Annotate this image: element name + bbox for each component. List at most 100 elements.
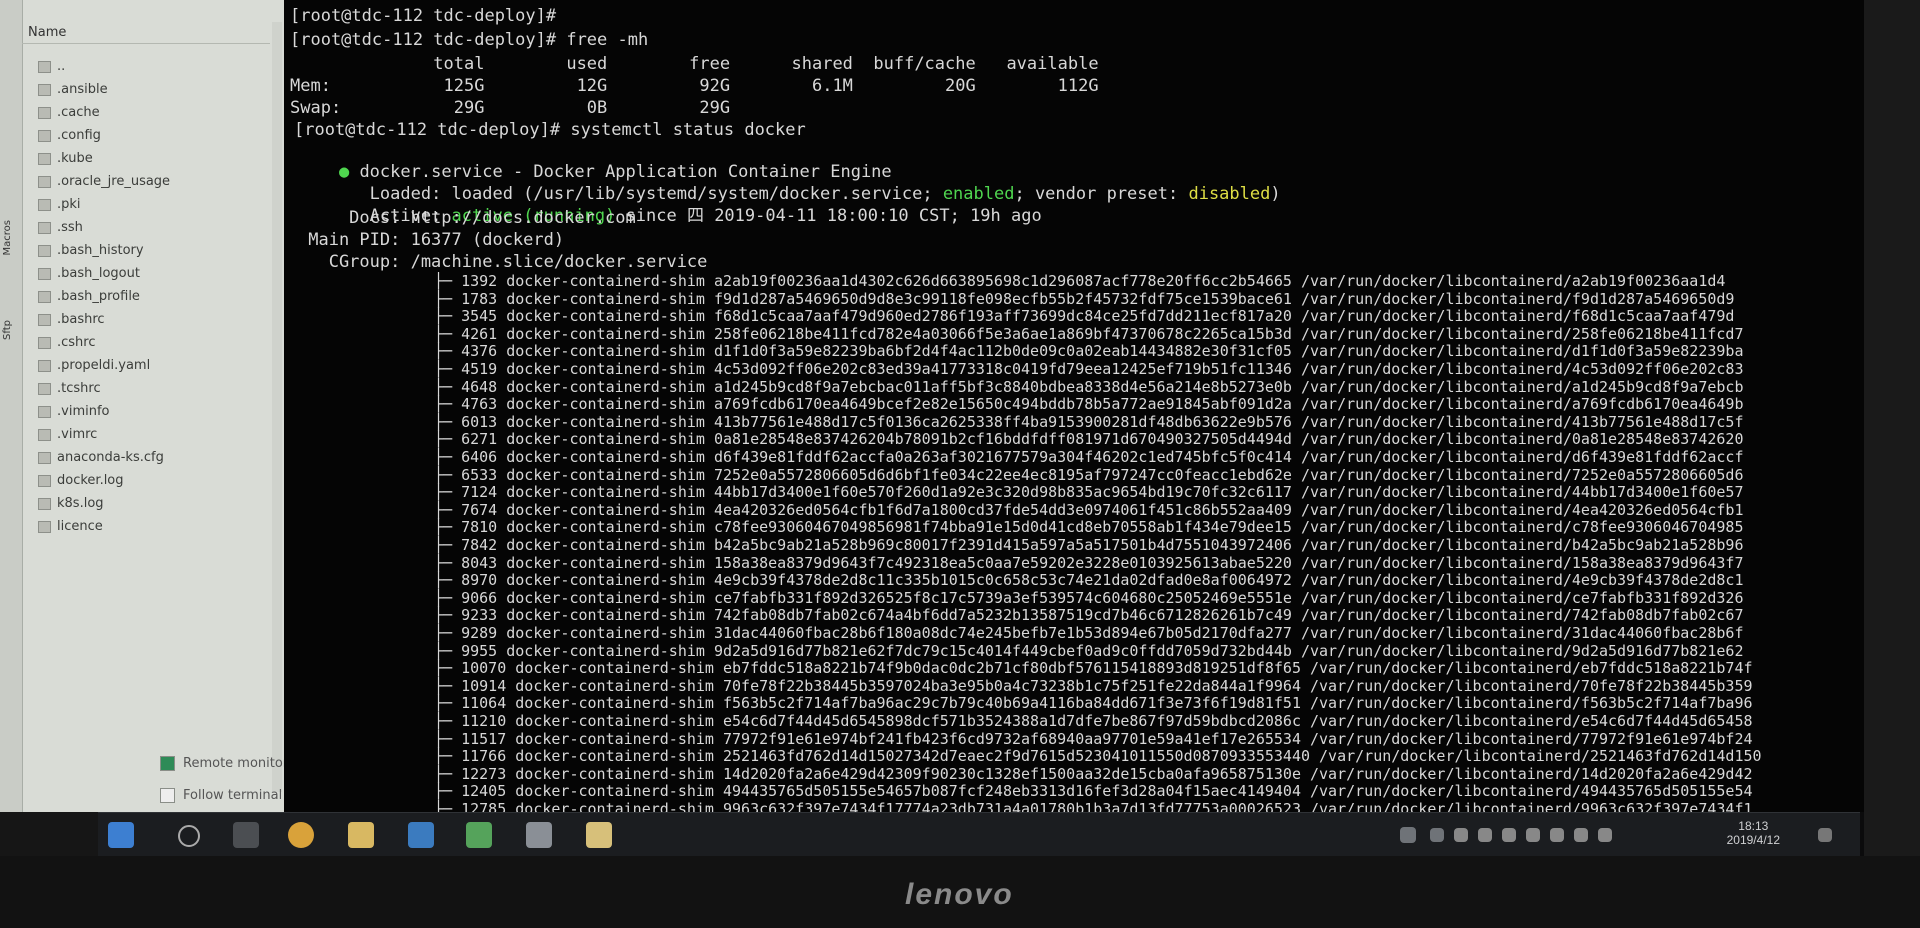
file-list-item[interactable]: .vimrc (38, 423, 278, 446)
cgroup-process-line: ├─ 4519 docker-containerd-shim 4c53d092f… (434, 360, 1743, 379)
process-container-id: eb7fddc518a8221b74f9b0dac0dc2b71cf80dbf5… (723, 659, 1301, 678)
cgroup-process-line: ├─ 11517 docker-containerd-shim 77972f91… (434, 730, 1753, 749)
file-list-item[interactable]: .ssh (38, 216, 278, 239)
folder-icon (38, 106, 51, 119)
cgroup-process-line: ├─ 4261 docker-containerd-shim 258fe0621… (434, 325, 1743, 344)
task-view-icon[interactable] (233, 822, 259, 848)
ime-icon[interactable] (1598, 828, 1612, 842)
chrome-icon[interactable] (288, 822, 314, 848)
process-tree-branch: ├─ (434, 518, 453, 537)
side-tab-sftp[interactable]: Sftp (2, 320, 13, 340)
file-list-item[interactable]: .. (38, 55, 278, 78)
terminal[interactable]: [root@tdc-112 tdc-deploy]# [root@tdc-112… (284, 0, 1864, 818)
process-tree-branch: ├─ (434, 659, 453, 678)
process-path: /var/run/docker/libcontainerd/f563b5c2f7… (1310, 694, 1753, 713)
file-icon (38, 336, 51, 349)
file-list-item[interactable]: .bash_profile (38, 285, 278, 308)
process-path: /var/run/docker/libcontainerd/158a38ea83… (1300, 553, 1744, 572)
process-pid: 11517 (461, 729, 507, 748)
file-list-item[interactable]: .kube (38, 147, 278, 170)
file-list-item[interactable]: .tcshrc (38, 377, 278, 400)
file-list-item-label: .vimrc (57, 427, 98, 442)
process-pid: 6013 (461, 412, 498, 431)
app-icon-blue[interactable] (408, 822, 434, 848)
file-list-item[interactable]: .oracle_jre_usage (38, 170, 278, 193)
process-name: docker-containerd-shim (506, 483, 705, 502)
process-path: /var/run/docker/libcontainerd/a1d245b9cd… (1300, 377, 1744, 396)
process-path: /var/run/docker/libcontainerd/4c53d092ff… (1300, 360, 1744, 378)
file-explorer-icon[interactable] (348, 822, 374, 848)
file-list-item[interactable]: anaconda-ks.cfg (38, 446, 278, 469)
file-list-item[interactable]: .config (38, 124, 278, 147)
tray-icon-2[interactable] (1478, 828, 1492, 842)
tray-chevron-icon[interactable] (1430, 828, 1444, 842)
tray-icon-4[interactable] (1526, 828, 1540, 842)
tray-icon-3[interactable] (1502, 828, 1516, 842)
file-list-item[interactable]: .ansible (38, 78, 278, 101)
process-path: /var/run/docker/libcontainerd/4ea420326e… (1300, 500, 1744, 519)
terminal-line-swap-row: Swap: 29G 0B 29G (290, 98, 731, 118)
side-tab-macros[interactable]: Macros (2, 220, 13, 255)
process-tree-branch: ├─ (434, 412, 453, 431)
cgroup-process-line: ├─ 3545 docker-containerd-shim f68d1c5ca… (434, 307, 1734, 326)
process-name: docker-containerd-shim (506, 571, 705, 590)
file-list-item[interactable]: k8s.log (38, 492, 278, 515)
process-tree-branch: ├─ (434, 676, 453, 695)
file-list-item[interactable]: .cache (38, 101, 278, 124)
volume-icon[interactable] (1574, 828, 1588, 842)
process-pid: 10070 (461, 659, 507, 678)
file-list-item[interactable]: .propeldi.yaml (38, 354, 278, 377)
file-list-item[interactable]: .bash_history (38, 239, 278, 262)
file-list-item[interactable]: docker.log (38, 469, 278, 492)
file-list-item[interactable]: .bashrc (38, 308, 278, 331)
taskbar-clock[interactable]: 18:13 2019/4/12 (1727, 819, 1780, 847)
cgroup-process-line: ├─ 7842 docker-containerd-shim b42a5bc9a… (434, 536, 1743, 555)
tray-icon-1[interactable] (1454, 828, 1468, 842)
follow-terminal-folder-checkbox[interactable] (160, 788, 175, 803)
folder-icon (38, 221, 51, 234)
file-list-header-name[interactable]: Name (22, 22, 270, 44)
process-container-id: 4e9cb39f4378de2d8c11c335b1015c0c658c53c7… (713, 571, 1292, 590)
process-path: /var/run/docker/libcontainerd/d6f439e81f… (1300, 448, 1744, 466)
file-list-item[interactable]: .cshrc (38, 331, 278, 354)
process-pid: 7124 (461, 483, 498, 502)
process-container-id: c78fee93060467049856981f74bba91e15d0d41c… (713, 518, 1292, 537)
process-path: /var/run/docker/libcontainerd/f68d1c5caa… (1300, 307, 1735, 326)
network-icon[interactable] (1550, 828, 1564, 842)
file-list-scrollbar[interactable] (272, 22, 282, 792)
file-list-item[interactable]: licence (38, 515, 278, 538)
cgroup-process-line: ├─ 11064 docker-containerd-shim f563b5c2… (434, 694, 1753, 713)
mobaxterm-icon[interactable] (466, 822, 492, 848)
process-tree-branch: ├─ (434, 536, 453, 554)
file-list-item[interactable]: .bash_logout (38, 262, 278, 285)
process-name: docker-containerd-shim (506, 448, 705, 466)
file-icon (38, 497, 51, 510)
process-container-id: f563b5c2f714af7ba96ac29c7b79c40b69a4116b… (723, 694, 1301, 713)
process-name: docker-containerd-shim (506, 553, 705, 572)
folder-icon (38, 152, 51, 165)
start-windows-icon[interactable] (108, 822, 134, 848)
file-list-item-label: .cache (57, 105, 100, 120)
image-viewer-icon[interactable] (526, 822, 552, 848)
process-container-id: f68d1c5caa7aaf479d960ed2786f193aff73699d… (713, 307, 1292, 326)
process-pid: 9066 (461, 588, 498, 607)
file-list-item-label: .cshrc (57, 335, 96, 350)
search-icon[interactable] (178, 825, 200, 847)
process-container-id: a769fcdb6170ea4649bcef2e82e15650c494bddb… (713, 395, 1292, 414)
process-pid: 10914 (461, 676, 507, 695)
process-name: docker-containerd-shim (515, 659, 714, 678)
notepad-icon[interactable] (586, 822, 612, 848)
remote-monitoring-checkbox[interactable] (160, 756, 175, 771)
file-list-item[interactable]: .pki (38, 193, 278, 216)
cgroup-process-line: ├─ 12405 docker-containerd-shim 49443576… (434, 782, 1753, 801)
process-tree-branch: ├─ (434, 641, 453, 660)
notifications-icon[interactable] (1818, 828, 1832, 842)
process-container-id: d6f439e81fddf62accfa0a263af3021677579a30… (713, 448, 1292, 466)
file-list-item[interactable]: .viminfo (38, 400, 278, 423)
process-path: /var/run/docker/libcontainerd/14d2020fa2… (1310, 764, 1753, 783)
process-pid: 12273 (461, 764, 507, 783)
process-path: /var/run/docker/libcontainerd/ce7fabfb33… (1300, 588, 1744, 607)
active-suffix: since 四 2019-04-11 18:00:10 CST; 19h ago (615, 206, 1042, 226)
process-path: /var/run/docker/libcontainerd/44bb17d340… (1300, 483, 1744, 502)
people-icon[interactable] (1400, 827, 1416, 843)
